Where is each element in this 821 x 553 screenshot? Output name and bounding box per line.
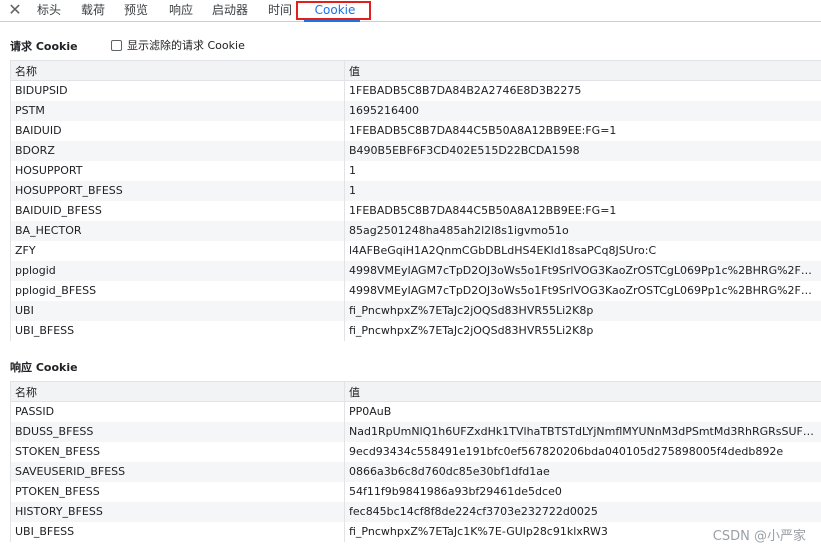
table-row[interactable]: BIDUPSID 1FEBADB5C8B7DA84B2A2746E8D3B2275: [10, 80, 821, 101]
column-header-value[interactable]: 值: [344, 381, 821, 402]
watermark: CSDN @小严家: [712, 529, 806, 544]
table-row[interactable]: BDORZ B490B5EBF6F3CD402E515D22BCDA1598: [10, 140, 821, 161]
table-row[interactable]: BA_HECTOR 85ag2501248ha485ah2l2l8s1igvmo5…: [10, 220, 821, 241]
cookie-value-cell: 4998VMEyIAGM7cTpD2OJ3oWs5o1Ft9SrlVOG3Kao…: [344, 260, 821, 281]
table-row[interactable]: HISTORY_BFESS fec845bc14cf8f8de224cf3703e…: [10, 501, 821, 522]
table-row[interactable]: UBI_BFESS fi_PncwhpxZ%7ETaJc1K%7E-GUlp28c…: [10, 521, 821, 542]
cookie-value-cell: 1: [344, 160, 821, 181]
cookie-name-cell: pplogid: [10, 260, 345, 281]
cookie-value-cell: 9ecd93434c558491e191bfc0ef567820206bda04…: [344, 441, 821, 462]
cookie-value-cell: 54f11f9b9841986a93bf29461de5dce0: [344, 481, 821, 502]
table-row[interactable]: pplogid_BFESS 4998VMEyIAGM7cTpD2OJ3oWs5o1…: [10, 280, 821, 301]
cookie-name-cell: BAIDUID_BFESS: [10, 200, 345, 221]
checkbox-icon[interactable]: [111, 39, 122, 51]
column-header-name[interactable]: 名称: [10, 381, 345, 402]
request-cookies-table: 名称 值 BIDUPSID 1FEBADB5C8B7DA84B2A2746E8D3…: [10, 60, 821, 341]
cookie-value-cell: PP0AuB: [344, 401, 821, 422]
table-header-row: 名称 值: [10, 60, 821, 81]
table-row[interactable]: HOSUPPORT_BFESS 1: [10, 180, 821, 201]
table-row[interactable]: UBI fi_PncwhpxZ%7ETaJc2jOQSd83HVR55Li2K8p: [10, 300, 821, 321]
request-cookies-title: 请求 Cookie: [10, 40, 78, 53]
table-row[interactable]: PSTM 1695216400: [10, 100, 821, 121]
cookie-value-cell: 1: [344, 180, 821, 201]
column-header-name[interactable]: 名称: [10, 60, 345, 81]
table-row[interactable]: STOKEN_BFESS 9ecd93434c558491e191bfc0ef56…: [10, 441, 821, 462]
cookie-value-cell: l4AFBeGqiH1A2QnmCGbDBLdHS4EKld18saPCq8JS…: [344, 240, 821, 261]
cookie-value-cell: 85ag2501248ha485ah2l2l8s1igvmo51o: [344, 220, 821, 241]
cookie-name-cell: BIDUPSID: [10, 80, 345, 101]
tab-response[interactable]: 响应: [169, 0, 193, 21]
table-row[interactable]: UBI_BFESS fi_PncwhpxZ%7ETaJc2jOQSd83HVR55…: [10, 320, 821, 341]
table-row[interactable]: BAIDUID 1FEBADB5C8B7DA844C5B50A8A12BB9EE:…: [10, 120, 821, 141]
cookie-name-cell: SAVEUSERID_BFESS: [10, 461, 345, 482]
table-row[interactable]: HOSUPPORT 1: [10, 160, 821, 181]
tab-timing[interactable]: 时间: [268, 0, 292, 21]
cookie-name-cell: UBI: [10, 300, 345, 321]
cookie-name-cell: UBI_BFESS: [10, 320, 345, 341]
cookie-value-cell: fi_PncwhpxZ%7ETaJc2jOQSd83HVR55Li2K8p: [344, 300, 821, 321]
close-icon[interactable]: ✕: [6, 1, 24, 19]
cookie-name-cell: pplogid_BFESS: [10, 280, 345, 301]
cookie-name-cell: BDUSS_BFESS: [10, 421, 345, 442]
cookie-name-cell: ZFY: [10, 240, 345, 261]
highlight-box: [296, 1, 371, 20]
table-row[interactable]: PASSID PP0AuB: [10, 401, 821, 422]
table-row[interactable]: pplogid 4998VMEyIAGM7cTpD2OJ3oWs5o1Ft9Srl…: [10, 260, 821, 281]
cookie-name-cell: UBI_BFESS: [10, 521, 345, 542]
tab-preview[interactable]: 预览: [124, 0, 148, 21]
cookie-name-cell: PTOKEN_BFESS: [10, 481, 345, 502]
cookie-value-cell: 1695216400: [344, 100, 821, 121]
response-cookies-table: 名称 值 PASSID PP0AuB BDUSS_BFESS Nad1RpUmNlQ1…: [10, 381, 821, 542]
cookie-value-cell: B490B5EBF6F3CD402E515D22BCDA1598: [344, 140, 821, 161]
response-cookies-title: 响应 Cookie: [10, 361, 78, 374]
cookie-name-cell: PSTM: [10, 100, 345, 121]
cookie-name-cell: PASSID: [10, 401, 345, 422]
cookie-name-cell: HISTORY_BFESS: [10, 501, 345, 522]
cookie-value-cell: fec845bc14cf8f8de224cf3703e232722d0025: [344, 501, 821, 522]
tab-initiator[interactable]: 启动器: [212, 0, 248, 21]
cookie-value-cell: 1FEBADB5C8B7DA84B2A2746E8D3B2275: [344, 80, 821, 101]
cookie-name-cell: BAIDUID: [10, 120, 345, 141]
tab-payload[interactable]: 载荷: [81, 0, 105, 21]
cookie-name-cell: BA_HECTOR: [10, 220, 345, 241]
show-filtered-cookies-label: 显示滤除的请求 Cookie: [127, 39, 245, 52]
cookie-name-cell: BDORZ: [10, 140, 345, 161]
cookie-value-cell: fi_PncwhpxZ%7ETaJc2jOQSd83HVR55Li2K8p: [344, 320, 821, 341]
table-row[interactable]: BAIDUID_BFESS 1FEBADB5C8B7DA844C5B50A8A12…: [10, 200, 821, 221]
table-row[interactable]: SAVEUSERID_BFESS 0866a3b6c8d760dc85e30bf1…: [10, 461, 821, 482]
cookie-value-cell: Nad1RpUmNlQ1h6UFZxdHk1TVlhaTBTSTdLYjNmfl…: [344, 421, 821, 442]
table-header-row: 名称 值: [10, 381, 821, 402]
show-filtered-cookies-toggle[interactable]: 显示滤除的请求 Cookie: [111, 37, 245, 53]
tab-headers[interactable]: 标头: [37, 0, 61, 21]
table-row[interactable]: BDUSS_BFESS Nad1RpUmNlQ1h6UFZxdHk1TVlhaTB…: [10, 421, 821, 442]
devtools-tabbar: ✕ 标头 载荷 预览 响应 启动器 时间 Cookie: [0, 0, 821, 22]
table-row[interactable]: ZFY l4AFBeGqiH1A2QnmCGbDBLdHS4EKld18saPCq…: [10, 240, 821, 261]
table-row[interactable]: PTOKEN_BFESS 54f11f9b9841986a93bf29461de5…: [10, 481, 821, 502]
cookie-value-cell: 0866a3b6c8d760dc85e30bf1dfd1ae: [344, 461, 821, 482]
column-header-value[interactable]: 值: [344, 60, 821, 81]
cookie-name-cell: HOSUPPORT_BFESS: [10, 180, 345, 201]
cookie-value-cell: 1FEBADB5C8B7DA844C5B50A8A12BB9EE:FG=1: [344, 200, 821, 221]
cookie-value-cell: 4998VMEyIAGM7cTpD2OJ3oWs5o1Ft9SrlVOG3Kao…: [344, 280, 821, 301]
cookie-name-cell: HOSUPPORT: [10, 160, 345, 181]
cookie-name-cell: STOKEN_BFESS: [10, 441, 345, 462]
cookie-value-cell: 1FEBADB5C8B7DA844C5B50A8A12BB9EE:FG=1: [344, 120, 821, 141]
